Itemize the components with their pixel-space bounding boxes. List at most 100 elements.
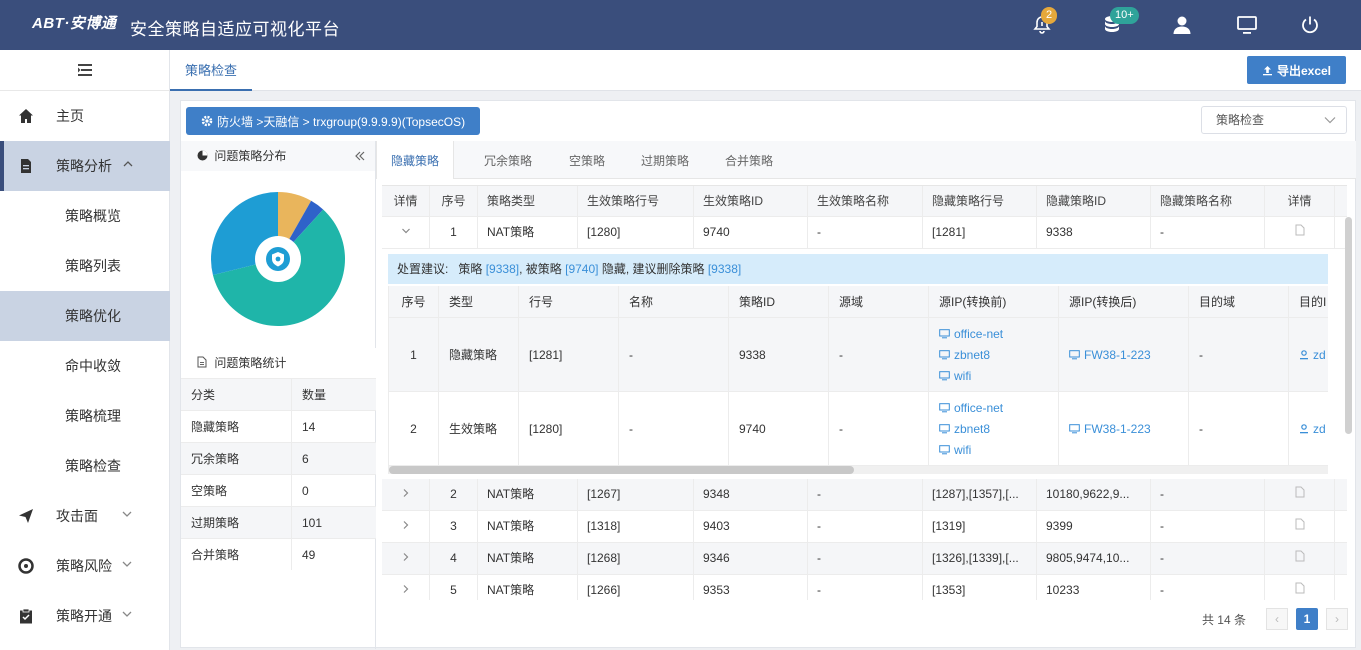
- row-number: 1: [389, 318, 439, 391]
- address-link[interactable]: FW38-1-223: [1069, 418, 1151, 439]
- column-header: 源域: [829, 286, 929, 317]
- tab-merge-policy[interactable]: 合并策略: [725, 141, 773, 179]
- database-button[interactable]: 10+: [1092, 0, 1139, 50]
- address-link[interactable]: office-net: [939, 323, 1003, 344]
- detail-button[interactable]: [1265, 479, 1335, 510]
- horizontal-scrollbar[interactable]: [389, 466, 1328, 474]
- menu-collapse-button[interactable]: [0, 50, 169, 91]
- alert-button[interactable]: 2: [1022, 0, 1062, 50]
- user-button[interactable]: [1162, 0, 1202, 50]
- sidebar-item-attack-surface[interactable]: 攻击面: [0, 491, 170, 541]
- column-header: 隐藏策略名称: [1151, 186, 1265, 217]
- statistics-title-text: 问题策略统计: [214, 356, 287, 370]
- address-link[interactable]: FW38-1-223: [1069, 344, 1151, 365]
- address-link[interactable]: wifi: [939, 439, 971, 460]
- user-link[interactable]: zd: [1299, 344, 1326, 365]
- sidebar-item-hit-convergence[interactable]: 命中收敛: [0, 341, 170, 391]
- advice-policy-id[interactable]: [9740]: [565, 262, 598, 276]
- vertical-scrollbar[interactable]: [1345, 217, 1352, 434]
- column-header: 详情: [1265, 186, 1335, 217]
- column-header: 目的域: [1189, 286, 1289, 317]
- sidebar-item-label: 攻击面: [56, 508, 98, 524]
- address-link[interactable]: zbnet8: [939, 418, 990, 439]
- sidebar-item-policy-risk[interactable]: 策略风险: [0, 541, 170, 591]
- tab-policy-check[interactable]: 策略检查: [170, 50, 253, 91]
- tab-expired-policy[interactable]: 过期策略: [641, 141, 689, 179]
- advice-policy-id[interactable]: [9338]: [486, 262, 519, 276]
- user-icon: [1300, 349, 1308, 359]
- table-row: 1 隐藏策略 [1281] - 9338 - office-net zbnet8…: [389, 318, 1328, 392]
- address-name: zbnet8: [954, 421, 991, 436]
- expand-toggle[interactable]: [382, 575, 430, 600]
- problem-distribution-pane: 问题策略分布 问题策略统计 分类 数量 隐藏策略 14 冗余策略 6 空策略 0 过期…: [181, 141, 376, 649]
- export-excel-button[interactable]: 导出excel: [1247, 56, 1346, 84]
- expand-toggle[interactable]: [382, 543, 430, 574]
- effective-name: -: [808, 479, 923, 510]
- tab-redundant-policy[interactable]: 冗余策略: [484, 141, 532, 179]
- table-row[interactable]: 3 NAT策略 [1318] 9403 - [1319] 9399 -: [382, 511, 1347, 543]
- detail-button[interactable]: [1265, 575, 1335, 600]
- sidebar-item-policy-optimize[interactable]: 策略优化: [0, 291, 170, 341]
- file-icon: [1295, 582, 1304, 594]
- advice-policy-id[interactable]: [9338]: [708, 262, 741, 276]
- detail-button[interactable]: [1265, 543, 1335, 574]
- table-row[interactable]: 5 NAT策略 [1266] 9353 - [1353] 10233 -: [382, 575, 1347, 600]
- double-chevron-left-icon[interactable]: [355, 151, 365, 161]
- column-header: 分类: [181, 379, 292, 410]
- page-number[interactable]: 1: [1296, 608, 1318, 630]
- column-header: 生效策略名称: [808, 186, 923, 217]
- category-tabs: 隐藏策略 冗余策略 空策略 过期策略 合并策略: [376, 141, 1356, 179]
- monitor-icon: [1069, 349, 1080, 359]
- hidden-name: -: [1151, 543, 1265, 574]
- sidebar-item-policy-analysis[interactable]: 策略分析: [0, 141, 170, 191]
- address-link[interactable]: zbnet8: [939, 344, 990, 365]
- expand-toggle[interactable]: [382, 511, 430, 542]
- expand-toggle[interactable]: [382, 217, 430, 248]
- file-icon: [1295, 518, 1304, 530]
- user-link[interactable]: zd: [1299, 418, 1326, 439]
- device-breadcrumb-button[interactable]: 防火墙 >天融信 > trxgroup(9.9.9.9)(TopsecOS): [186, 107, 480, 135]
- table-row[interactable]: 2 NAT策略 [1267] 9348 - [1287],[1357],[...…: [382, 479, 1347, 511]
- policy-type: NAT策略: [478, 479, 578, 510]
- hidden-id: 9399: [1037, 511, 1151, 542]
- monitor-icon: [1069, 423, 1080, 433]
- detail-button[interactable]: [1265, 217, 1335, 248]
- sidebar-item-policy-list[interactable]: 策略列表: [0, 241, 170, 291]
- tab-empty-policy[interactable]: 空策略: [569, 141, 605, 179]
- sidebar-item-policy-overview[interactable]: 策略概览: [0, 191, 170, 241]
- detail-button[interactable]: [1265, 511, 1335, 542]
- sidebar-item-policy-check[interactable]: 策略检查: [0, 441, 170, 491]
- prev-page-button[interactable]: ‹: [1266, 608, 1288, 630]
- file-icon: [1295, 486, 1304, 498]
- destination-ip: zd: [1289, 392, 1328, 465]
- logout-button[interactable]: [1290, 0, 1330, 50]
- stat-name: 空策略: [181, 475, 292, 506]
- shield-dot: [275, 256, 281, 262]
- effective-line: [1266]: [578, 575, 694, 600]
- column-header: 名称: [619, 286, 729, 317]
- chevron-down-icon: [122, 511, 132, 517]
- stat-count: 49: [302, 548, 316, 562]
- sidebar-item-label: 策略列表: [65, 258, 121, 274]
- sidebar-item-label: 策略风险: [56, 558, 112, 574]
- sidebar-item-policy-provision[interactable]: 策略开通: [0, 591, 170, 641]
- address-link[interactable]: office-net: [939, 397, 1003, 418]
- scrollbar-thumb[interactable]: [389, 466, 854, 474]
- effective-id: 9740: [694, 217, 808, 248]
- monitor-button[interactable]: [1227, 0, 1267, 50]
- column-header: 序号: [430, 186, 478, 217]
- sidebar-item-home[interactable]: 主页: [0, 91, 170, 141]
- table-row[interactable]: 4 NAT策略 [1268] 9346 - [1326],[1339],[...…: [382, 543, 1347, 575]
- table-row[interactable]: 1 NAT策略 [1280] 9740 - [1281] 9338 -: [382, 217, 1347, 249]
- next-page-button[interactable]: ›: [1326, 608, 1348, 630]
- hidden-id: 9805,9474,10...: [1037, 543, 1151, 574]
- effective-id: 9348: [694, 479, 808, 510]
- policy-table-pane: 隐藏策略 冗余策略 空策略 过期策略 合并策略 详情 序号 策略类型 生效策略行…: [376, 141, 1356, 649]
- tab-hidden-policy[interactable]: 隐藏策略: [376, 141, 455, 179]
- document-icon: [197, 356, 207, 368]
- address-link[interactable]: wifi: [939, 365, 971, 386]
- expand-toggle[interactable]: [382, 479, 430, 510]
- check-type-select[interactable]: 策略检查: [1201, 106, 1347, 134]
- sidebar-item-policy-sorting[interactable]: 策略梳理: [0, 391, 170, 441]
- chevron-up-icon: [123, 161, 133, 167]
